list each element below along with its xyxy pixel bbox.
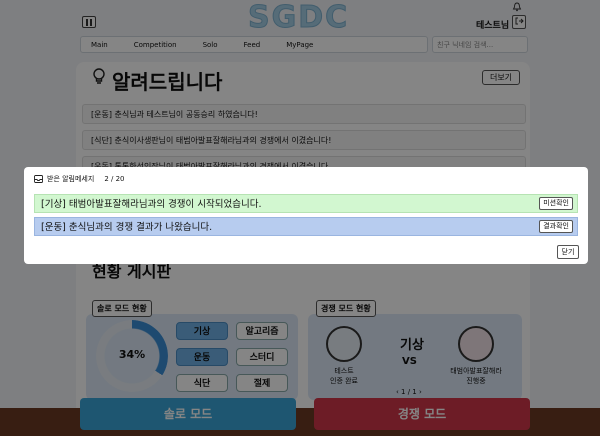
close-button[interactable]: 닫기 <box>557 245 579 259</box>
inbox-icon <box>34 175 43 183</box>
result-check-button[interactable]: 결과확인 <box>539 220 573 233</box>
modal-header: 받은 알림메세지 2 / 20 <box>34 174 124 184</box>
message-item[interactable]: [운동] 춘식님과의 경쟁 결과가 나왔습니다. 결과확인 <box>34 217 578 236</box>
message-text: [기상] 태범아발표잘해라님과의 경쟁이 시작되었습니다. <box>41 199 262 210</box>
message-item[interactable]: [기상] 태범아발표잘해라님과의 경쟁이 시작되었습니다. 미션확인 <box>34 194 578 213</box>
mission-check-button[interactable]: 미션확인 <box>539 197 573 210</box>
message-text: [운동] 춘식님과의 경쟁 결과가 나왔습니다. <box>41 222 213 233</box>
modal-title: 받은 알림메세지 <box>47 175 95 183</box>
notification-modal: 받은 알림메세지 2 / 20 [기상] 태범아발표잘해라님과의 경쟁이 시작되… <box>24 167 588 264</box>
message-count: 2 / 20 <box>104 175 125 183</box>
